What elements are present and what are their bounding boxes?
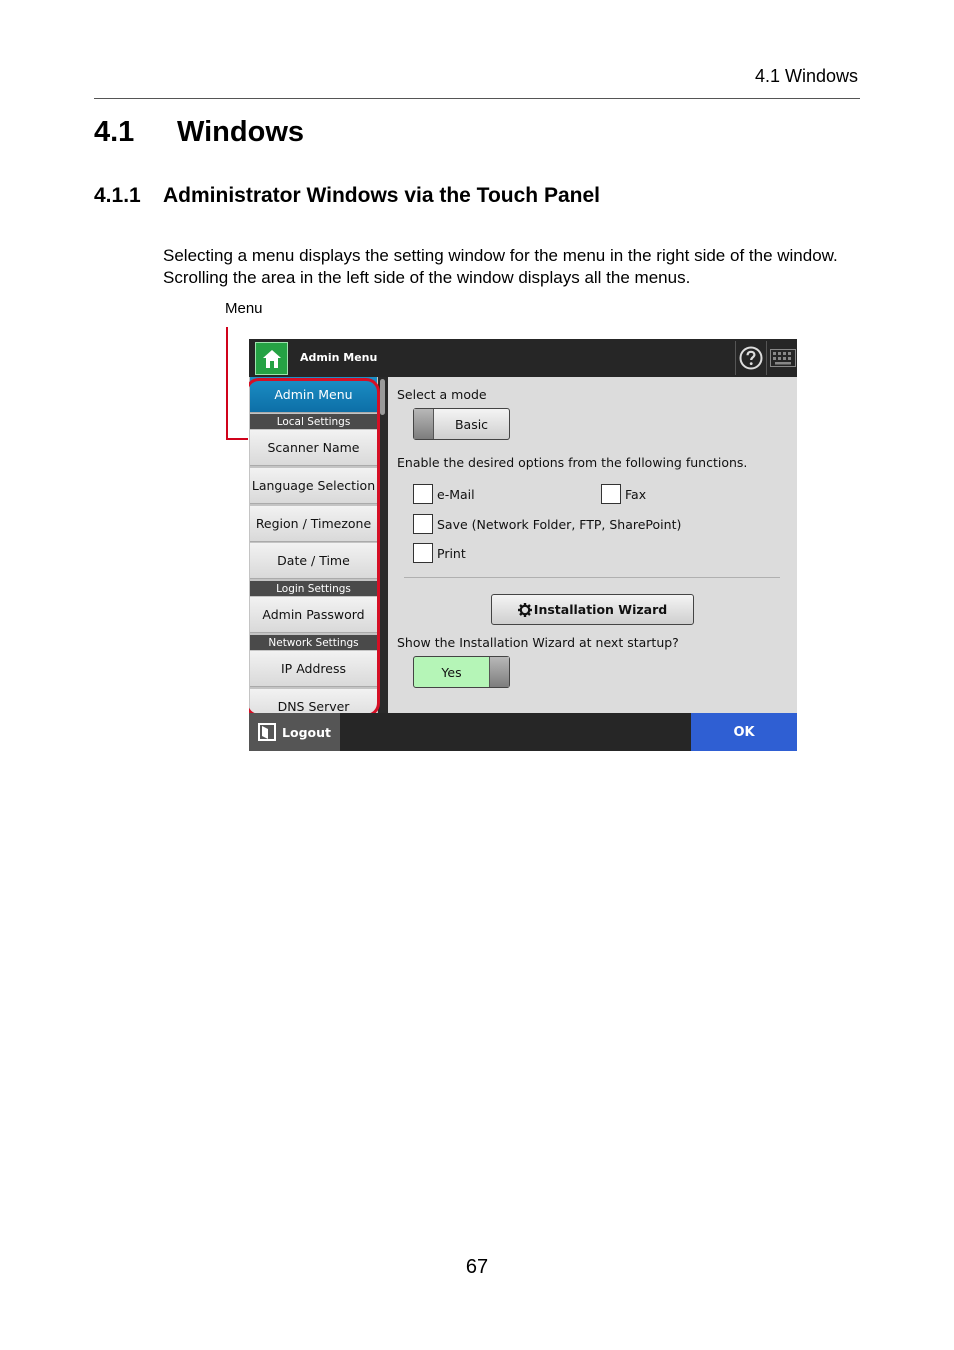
logout-icon bbox=[258, 723, 277, 741]
email-label: e-Mail bbox=[437, 487, 475, 502]
print-checkbox[interactable] bbox=[413, 543, 433, 563]
home-button[interactable] bbox=[255, 342, 288, 375]
logout-button[interactable]: Logout bbox=[249, 713, 340, 751]
mode-label: Select a mode bbox=[397, 387, 487, 402]
gear-icon bbox=[517, 602, 532, 617]
bottom-bar: Logout OK bbox=[249, 713, 797, 751]
help-button[interactable] bbox=[735, 341, 766, 375]
settings-content: Select a mode Basic Enable the desired o… bbox=[388, 377, 797, 713]
email-checkbox[interactable] bbox=[413, 484, 433, 504]
mode-toggle-knob bbox=[414, 409, 434, 439]
section-title: Windows bbox=[177, 116, 305, 148]
installation-wizard-button[interactable]: Installation Wizard bbox=[491, 594, 694, 625]
enable-label: Enable the desired options from the foll… bbox=[397, 455, 748, 470]
wizard-startup-toggle[interactable]: Yes bbox=[413, 656, 510, 688]
header-rule bbox=[94, 98, 860, 99]
mode-toggle[interactable]: Basic bbox=[413, 408, 510, 440]
home-icon bbox=[262, 349, 281, 368]
top-bar: Admin Menu bbox=[249, 339, 797, 377]
content-divider bbox=[404, 577, 780, 578]
topbar-title: Admin Menu bbox=[300, 351, 378, 364]
wizard-startup-knob bbox=[489, 657, 509, 687]
admin-screen: Admin Menu Admin Menu Local Settings Sca… bbox=[249, 339, 797, 751]
keyboard-icon bbox=[769, 349, 796, 367]
section-number: 4.1 bbox=[94, 116, 135, 148]
logout-label: Logout bbox=[282, 724, 331, 740]
subsection-title: Administrator Windows via the Touch Pane… bbox=[163, 184, 600, 207]
menu-highlight-outline bbox=[249, 378, 380, 717]
save-checkbox[interactable] bbox=[413, 514, 433, 534]
subsection-number: 4.1.1 bbox=[94, 184, 141, 207]
ok-button[interactable]: OK bbox=[691, 713, 797, 751]
save-label: Save (Network Folder, FTP, SharePoint) bbox=[437, 517, 682, 532]
callout-line-vertical bbox=[226, 327, 228, 440]
paragraph-line-2: Scrolling the area in the left side of t… bbox=[163, 268, 691, 287]
running-header: 4.1 Windows bbox=[754, 66, 858, 86]
installation-wizard-label: Installation Wizard bbox=[533, 602, 668, 617]
page-number: 67 bbox=[465, 1256, 489, 1278]
fax-checkbox[interactable] bbox=[601, 484, 621, 504]
sidebar-scrollbar-thumb[interactable] bbox=[380, 379, 385, 415]
wizard-startup-value: Yes bbox=[441, 664, 462, 680]
callout-line-horizontal bbox=[226, 438, 248, 440]
keyboard-button[interactable] bbox=[766, 341, 797, 375]
paragraph-line-1: Selecting a menu displays the setting wi… bbox=[163, 246, 838, 265]
wizard-question: Show the Installation Wizard at next sta… bbox=[397, 635, 679, 650]
help-icon bbox=[739, 346, 763, 370]
callout-label: Menu bbox=[225, 300, 263, 317]
fax-label: Fax bbox=[625, 487, 647, 502]
mode-toggle-value: Basic bbox=[454, 416, 489, 432]
print-label: Print bbox=[437, 546, 466, 561]
